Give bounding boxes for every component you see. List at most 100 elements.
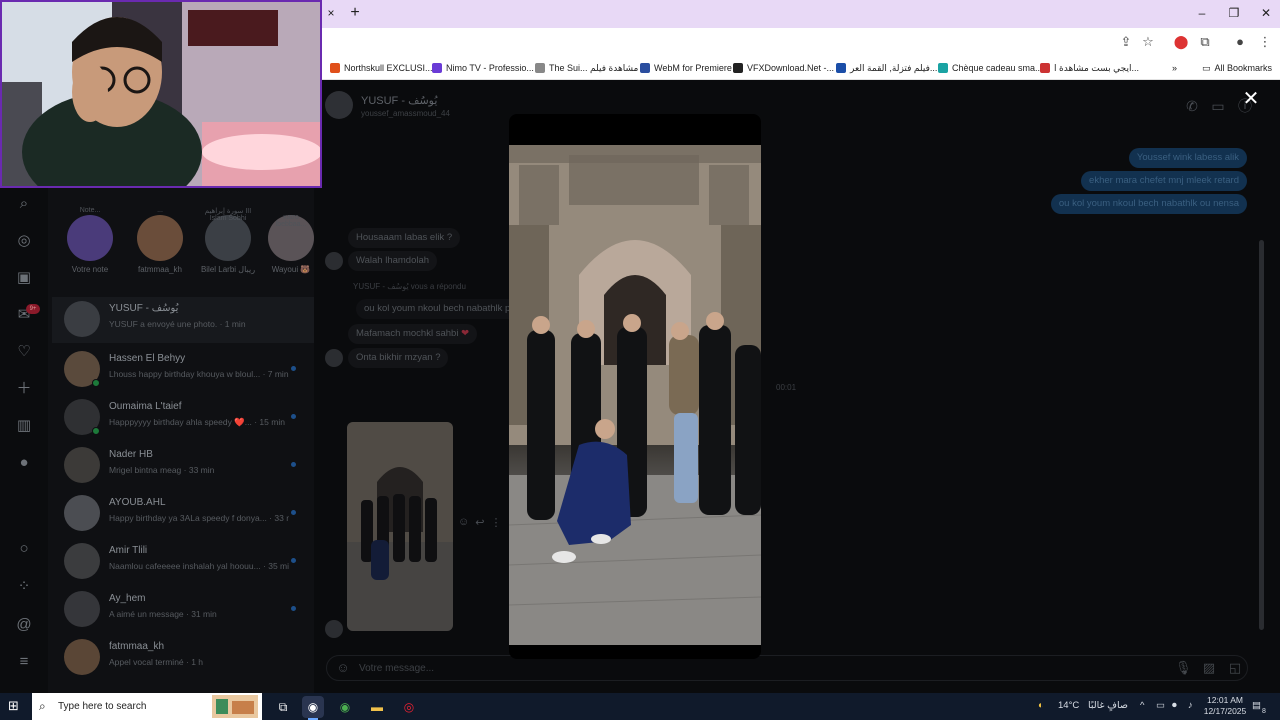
bookmark-item[interactable]: Nimo TV - Professio... (432, 60, 534, 76)
chat-scrollbar[interactable] (1259, 240, 1264, 630)
phone-icon[interactable]: ✆ (1183, 97, 1201, 115)
note-item[interactable]: Note... Votre note (60, 207, 120, 274)
video-call-icon[interactable]: ▭ (1209, 97, 1227, 115)
window-close-button[interactable]: ✕ (1256, 4, 1276, 22)
bookmarks-overflow-button[interactable]: » (1172, 60, 1177, 76)
task-view-icon[interactable]: ⧉ (272, 696, 294, 718)
reply-arrow-icon[interactable]: ↩ (475, 516, 484, 529)
composer-input[interactable]: Votre message... (359, 663, 434, 674)
chrome-taskbar-icon[interactable]: ◉ (302, 696, 324, 720)
taskbar-search[interactable]: ⌕ Type here to search (32, 693, 262, 720)
conversation-item[interactable]: Oumaima L'taief Happpyyyy birthday ahla … (60, 395, 304, 441)
bookmark-label: فيلم فتزلة, القمة العر... (850, 62, 938, 73)
file-explorer-icon[interactable]: ▬ (366, 696, 388, 718)
viewer-close-button[interactable]: ✕ (1240, 88, 1262, 110)
taskbar-clock[interactable]: 12:01 AM 12/17/2025 (1200, 695, 1250, 717)
conversation-name: YUSUF - يُوسُف (109, 303, 179, 314)
message-composer[interactable]: ☺ Votre message... 🎙 ▨ ◱ (326, 655, 1248, 681)
reels-icon[interactable]: ▣ (14, 268, 34, 288)
bookmark-favicon-icon (836, 63, 846, 73)
note-item[interactable]: it bghithe... ya katro lbebbaa... Wayoui… (268, 215, 314, 274)
windows-start-icon[interactable]: ⊞ (8, 699, 22, 713)
bookmark-item[interactable]: ايجي بست مشاهدة ا... (1040, 60, 1139, 76)
network-icon[interactable]: ▭ (1156, 697, 1165, 715)
threads-circle-icon[interactable]: ○ (14, 539, 34, 559)
sent-message[interactable]: ekher mara chefet mnj mleek retard (1081, 171, 1247, 191)
photo-message-thumbnail[interactable] (347, 422, 453, 631)
tab-close-icon[interactable]: × (324, 6, 338, 20)
search-icon[interactable]: ⌕ (14, 194, 34, 214)
bookmark-star-icon[interactable]: ☆ (1139, 33, 1157, 51)
chrome-menu-icon[interactable]: ⋮ (1256, 33, 1274, 51)
conversation-item[interactable]: YUSUF - يُوسُف YUSUF a envoyé une photo.… (52, 297, 314, 343)
profile-avatar-icon[interactable]: ● (1231, 33, 1249, 51)
conversation-preview: Lhouss happy birthday khouya w bloul... … (109, 369, 289, 379)
sticker-icon[interactable]: ◱ (1227, 660, 1243, 676)
conversation-item[interactable]: Hassen El Behyy Lhouss happy birthday kh… (60, 347, 304, 393)
react-emoji-icon[interactable]: ☺ (458, 516, 469, 529)
avatar (64, 591, 100, 627)
extensions-puzzle-icon[interactable]: ⧉ (1196, 33, 1214, 51)
bookmark-item[interactable]: Northskull EXCLUSI... (330, 60, 433, 76)
bookmark-item[interactable]: VFXDownload.Net -... (733, 60, 834, 76)
heart-icon[interactable]: ♡ (14, 342, 34, 362)
note-item[interactable]: سورة إبراهيم III Islam Sobhi Bilel Larbi… (198, 208, 258, 274)
emoji-icon[interactable]: ☺ (335, 660, 351, 676)
microphone-tray-icon[interactable]: ⏺ (1172, 697, 1177, 715)
conversation-name: Hassen El Behyy (109, 353, 186, 364)
conversation-item[interactable]: AYOUB.AHL Happy birthday ya 3ALa speedy … (60, 491, 304, 537)
threads-icon[interactable]: @ (14, 615, 34, 635)
all-bookmarks-button[interactable]: ▭ All Bookmarks (1202, 60, 1272, 76)
conversation-item[interactable]: Amir Tlili Naamlou cafeeeee inshalah yal… (60, 539, 304, 585)
bookmark-favicon-icon (1040, 63, 1050, 73)
tray-chevron-icon[interactable]: ^ (1140, 697, 1144, 715)
received-message[interactable]: Onta bikhir mzyan ? (348, 348, 449, 368)
create-plus-icon[interactable]: ＋ (14, 379, 34, 399)
unread-dot (291, 510, 296, 515)
minimize-button[interactable]: – (1192, 4, 1212, 22)
notification-center-icon[interactable]: ▤ (1252, 697, 1261, 715)
conversation-item[interactable]: Ay_hem A aimé un message · 31 min (60, 587, 304, 633)
bookmark-item[interactable]: WebM for Premiere (640, 60, 732, 76)
volume-icon[interactable]: ♪ (1188, 697, 1193, 715)
microphone-icon[interactable]: 🎙 (1175, 660, 1192, 676)
install-app-icon[interactable]: ⇪ (1117, 33, 1135, 51)
new-tab-button[interactable]: + (346, 4, 364, 22)
quoted-message[interactable]: ou kol youm nkoul bech nabathlk p (356, 299, 519, 319)
unread-dot (291, 414, 296, 419)
chat-contact-name[interactable]: YUSUF - يُوسُف (361, 94, 437, 107)
restore-button[interactable]: ❐ (1224, 4, 1244, 22)
sent-message[interactable]: ou kol youm nkoul bech nabathlk ou nensa (1050, 194, 1247, 214)
image-upload-icon[interactable]: ▨ (1201, 660, 1217, 676)
bookmark-item[interactable]: فيلم فتزلة, القمة العر... (836, 60, 937, 76)
conversation-item[interactable]: fatmmaa_kh Appel vocal terminé · 1 h (60, 635, 304, 681)
sent-message[interactable]: Youssef wink labess alik (1128, 148, 1247, 168)
bookmark-item[interactable]: Chèque cadeau sma... (938, 60, 1043, 76)
chrome-profile-taskbar-icon[interactable]: ◉ (334, 696, 356, 718)
extension-icon[interactable]: ⬤ (1172, 33, 1190, 51)
received-message[interactable]: Mafamach mochkl sahbi ❤ (348, 324, 478, 344)
sender-avatar (325, 349, 343, 367)
chat-avatar[interactable] (325, 91, 353, 119)
photo-viewer (509, 114, 761, 659)
avatar (64, 543, 100, 579)
apps-grid-icon[interactable]: ⁘ (14, 577, 34, 597)
note-item[interactable]: ... fatmmaa_kh (130, 207, 190, 274)
online-indicator (92, 379, 100, 387)
conversation-item[interactable]: Nader HB Mrigel bintna meag · 33 min (60, 443, 304, 489)
received-message[interactable]: Housaaam labas elik ? (348, 228, 461, 248)
dashboard-icon[interactable]: ▥ (14, 416, 34, 436)
hamburger-menu-icon[interactable]: ≡ (14, 652, 34, 672)
obs-icon[interactable]: ◎ (398, 696, 420, 718)
conversation-name: Amir Tlili (109, 545, 148, 556)
profile-icon[interactable]: ● (14, 453, 34, 473)
explore-icon[interactable]: ◎ (14, 231, 34, 251)
folder-icon: ▭ (1202, 62, 1211, 73)
received-message[interactable]: Walah lhamdolah (348, 251, 438, 271)
bookmark-item[interactable]: The Sui... مشاهدة فيلم (535, 60, 638, 76)
note-avatar (137, 215, 183, 261)
viewer-photo[interactable] (509, 145, 761, 645)
more-options-icon[interactable]: ⋮ (490, 516, 501, 529)
weather-temperature[interactable]: 14°C (1058, 697, 1079, 715)
weather-description[interactable]: صافٍ غالبًا (1088, 697, 1128, 715)
